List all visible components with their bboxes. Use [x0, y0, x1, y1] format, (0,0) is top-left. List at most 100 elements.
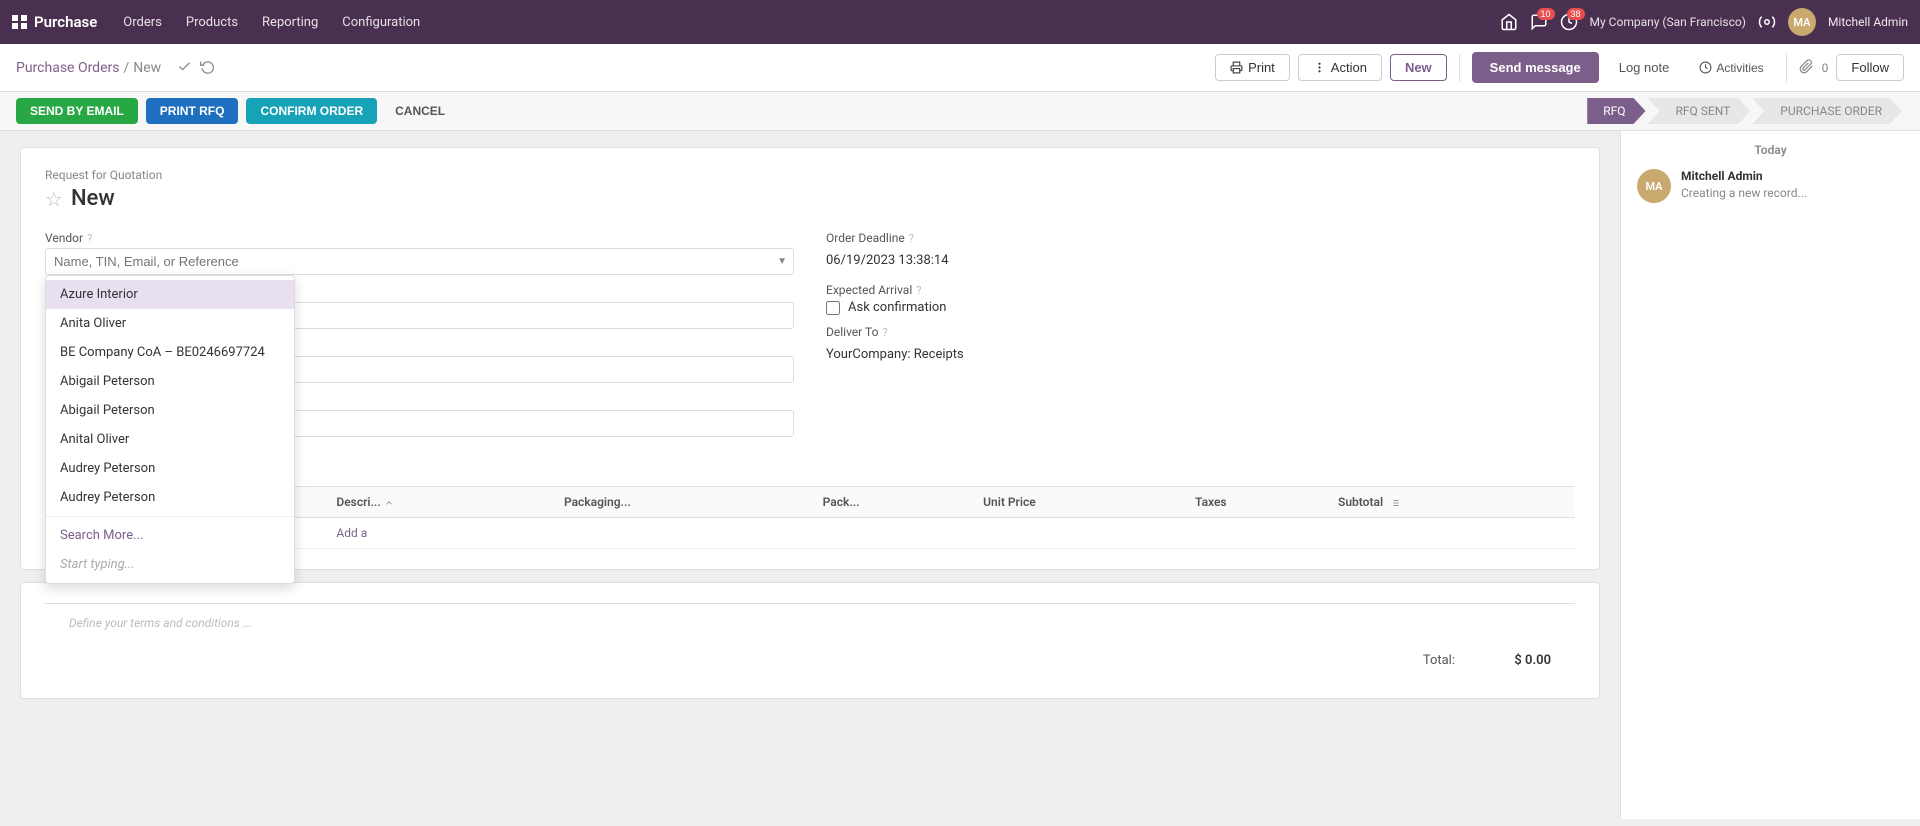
- divider2: [1786, 54, 1787, 82]
- new-button[interactable]: New: [1390, 54, 1447, 81]
- vendor-dropdown-menu: Azure Interior Anita Oliver BE Company C…: [45, 275, 295, 584]
- chat-user-name: Mitchell Admin: [1681, 169, 1763, 183]
- form-fields: Vendor ? ▼ Azure Interior Anita Oli: [45, 231, 1575, 437]
- pipeline-step-rfq[interactable]: RFQ: [1587, 98, 1645, 124]
- pipeline: RFQ RFQ SENT PURCHASE ORDER: [1587, 98, 1904, 124]
- chat-message: MA Mitchell Admin Creating a new record.…: [1637, 169, 1904, 203]
- col-unit-price: Unit Price: [977, 487, 1189, 518]
- chat-avatar: MA: [1637, 169, 1671, 203]
- vendor-field: Vendor ? ▼ Azure Interior Anita Oli: [45, 231, 794, 275]
- cancel-button[interactable]: CANCEL: [385, 98, 455, 124]
- attachments-count: 0: [1822, 61, 1829, 75]
- settings-icon-btn[interactable]: [1758, 13, 1776, 31]
- menu-configuration[interactable]: Configuration: [332, 11, 430, 34]
- confirm-order-button[interactable]: CONFIRM ORDER: [246, 98, 377, 124]
- menu-orders[interactable]: Orders: [113, 11, 172, 34]
- col-taxes: Taxes: [1189, 487, 1332, 518]
- menu-products[interactable]: Products: [176, 11, 248, 34]
- form-area: Request for Quotation ☆ New Vendor ?: [0, 131, 1620, 819]
- vendor-help-icon: ?: [87, 232, 92, 245]
- ask-confirmation-checkbox[interactable]: [826, 301, 840, 315]
- breadcrumb-current: New: [133, 60, 161, 76]
- messages-badge: 10: [1537, 8, 1555, 20]
- dropdown-item-3[interactable]: Abigail Peterson: [46, 367, 294, 396]
- activities-label: Activities: [1716, 61, 1763, 75]
- menu-reporting[interactable]: Reporting: [252, 11, 328, 34]
- print-rfq-button[interactable]: PRINT RFQ: [146, 98, 239, 124]
- sidebar: Today MA Mitchell Admin Creating a new r…: [1620, 131, 1920, 819]
- print-button[interactable]: Print: [1215, 54, 1290, 81]
- vendor-dropdown-arrow-icon[interactable]: ▼: [771, 256, 793, 267]
- user-name: Mitchell Admin: [1828, 15, 1908, 29]
- pipeline-step-rfq-sent[interactable]: RFQ SENT: [1648, 98, 1751, 124]
- avatar: MA: [1788, 8, 1816, 36]
- deliver-to-value: YourCompany: Receipts: [826, 342, 1575, 367]
- messages-icon-btn[interactable]: 10: [1530, 13, 1548, 31]
- activities-button[interactable]: Activities: [1689, 56, 1773, 80]
- action-button[interactable]: Action: [1298, 54, 1382, 81]
- vendor-input[interactable]: [46, 249, 771, 274]
- order-deadline-value: 06/19/2023 13:38:14: [826, 248, 1575, 273]
- top-nav-right: 10 38 My Company (San Francisco) MA Mitc…: [1500, 8, 1908, 36]
- dropdown-divider: [46, 516, 294, 517]
- dropdown-item-1[interactable]: Anita Oliver: [46, 309, 294, 338]
- today-label: Today: [1637, 143, 1904, 157]
- clock-icon-btn[interactable]: 38: [1560, 13, 1578, 31]
- pipeline-step-purchase-order[interactable]: PURCHASE ORDER: [1752, 98, 1902, 124]
- breadcrumb-parent[interactable]: Purchase Orders: [16, 60, 119, 76]
- grid-icon: [12, 15, 28, 29]
- attachment-icon-btn[interactable]: [1799, 59, 1814, 77]
- total-value: $ 0.00: [1471, 653, 1551, 668]
- sub-header: Purchase Orders / New Print Action New S…: [0, 44, 1920, 92]
- chat-text: Creating a new record...: [1681, 186, 1904, 200]
- expected-arrival-label: Expected Arrival ?: [826, 283, 1575, 297]
- col-packaging: Packaging...: [558, 487, 817, 518]
- terms-placeholder[interactable]: Define your terms and conditions ...: [69, 616, 252, 630]
- form-right: Order Deadline ? 06/19/2023 13:38:14 Exp…: [826, 231, 1575, 437]
- dropdown-item-7[interactable]: Audrey Peterson: [46, 483, 294, 512]
- chat-content: Mitchell Admin Creating a new record...: [1681, 169, 1904, 203]
- terms-area: Define your terms and conditions ...: [45, 603, 1575, 643]
- cloud-save-icon-btn[interactable]: [177, 59, 192, 77]
- clock-badge: 38: [1567, 8, 1585, 20]
- print-label: Print: [1248, 60, 1275, 75]
- breadcrumb: Purchase Orders / New: [16, 60, 161, 76]
- add-note-link[interactable]: Add a: [336, 526, 367, 540]
- form-left: Vendor ? ▼ Azure Interior Anita Oli: [45, 231, 794, 437]
- deliver-to-field: Deliver To ? YourCompany: Receipts: [826, 325, 1575, 367]
- dropdown-item-4[interactable]: Abigail Peterson: [46, 396, 294, 425]
- col-subtotal: Subtotal: [1332, 487, 1575, 518]
- form-title-area: ☆ New: [45, 186, 1575, 211]
- col-pack: Pack...: [817, 487, 977, 518]
- app-logo[interactable]: Purchase: [12, 13, 97, 31]
- send-message-button[interactable]: Send message: [1472, 52, 1599, 83]
- home-icon-btn[interactable]: [1500, 13, 1518, 31]
- form-title: New: [71, 186, 115, 211]
- totals-row: Total: $ 0.00: [45, 643, 1575, 678]
- favorite-star-icon[interactable]: ☆: [45, 187, 63, 211]
- sub-header-icons: [177, 59, 215, 77]
- vendor-input-wrap: ▼ Azure Interior Anita Oliver BE Company…: [45, 248, 794, 275]
- sidebar-body: Today MA Mitchell Admin Creating a new r…: [1621, 131, 1920, 819]
- deliver-to-label: Deliver To ?: [826, 325, 1575, 339]
- refresh-icon-btn[interactable]: [200, 59, 215, 77]
- vendor-dropdown[interactable]: ▼: [45, 248, 794, 275]
- dropdown-item-6[interactable]: Audrey Peterson: [46, 454, 294, 483]
- send-email-button[interactable]: SEND BY EMAIL: [16, 98, 138, 124]
- vendor-label: Vendor ?: [45, 231, 794, 245]
- total-label: Total:: [1423, 653, 1455, 668]
- form-card: Request for Quotation ☆ New Vendor ?: [20, 147, 1600, 570]
- col-description: Descri...: [330, 487, 558, 518]
- dropdown-item-2[interactable]: BE Company CoA – BE0246697724: [46, 338, 294, 367]
- ask-confirmation-label: Ask confirmation: [848, 300, 947, 315]
- log-note-button[interactable]: Log note: [1607, 52, 1682, 83]
- dropdown-item-0[interactable]: Azure Interior: [46, 280, 294, 309]
- action-label: Action: [1331, 60, 1367, 75]
- dropdown-search-more[interactable]: Search More...: [46, 521, 294, 550]
- terms-card: Define your terms and conditions ... Tot…: [20, 582, 1600, 699]
- expected-arrival-help-icon: ?: [916, 284, 921, 297]
- dropdown-item-5[interactable]: Anital Oliver: [46, 425, 294, 454]
- follow-button[interactable]: Follow: [1836, 54, 1904, 81]
- company-name: My Company (San Francisco): [1590, 15, 1746, 29]
- app-name: Purchase: [34, 13, 97, 31]
